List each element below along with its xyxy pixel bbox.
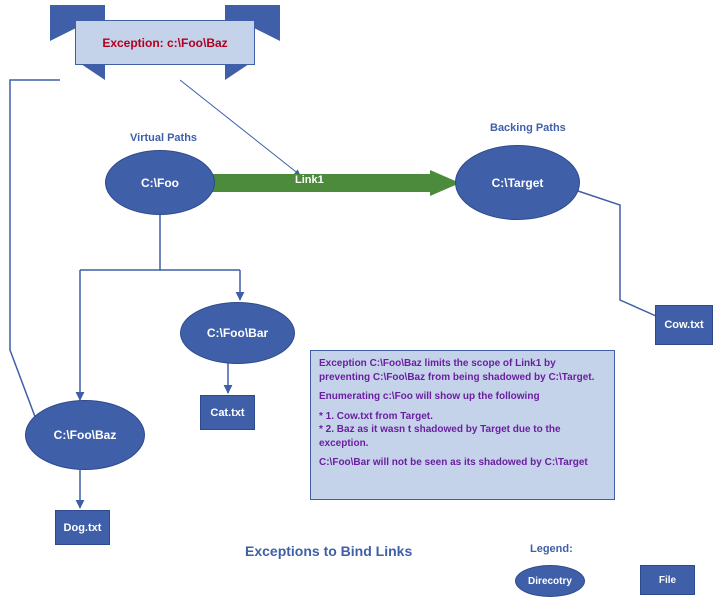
diagram-title: Exceptions to Bind Links bbox=[245, 543, 412, 559]
file-cat-text: Cat.txt bbox=[210, 407, 244, 419]
virtual-paths-label: Virtual Paths bbox=[130, 132, 197, 144]
legend-directory: Direcotry bbox=[515, 565, 585, 597]
node-foo-text: C:\Foo bbox=[141, 176, 179, 190]
legend-file-text: File bbox=[659, 575, 676, 586]
explanation-note: Exception C:\Foo\Baz limits the scope of… bbox=[310, 350, 615, 500]
legend-file: File bbox=[640, 565, 695, 595]
link1-label: Link1 bbox=[295, 174, 324, 186]
exception-banner: Exception: c:\Foo\Baz bbox=[50, 5, 280, 80]
file-cow: Cow.txt bbox=[655, 305, 713, 345]
note-p1: Exception C:\Foo\Baz limits the scope of… bbox=[319, 357, 606, 384]
node-foobaz: C:\Foo\Baz bbox=[25, 400, 145, 470]
note-i1: * 1. Cow.txt from Target. bbox=[319, 410, 606, 424]
node-foobar-text: C:\Foo\Bar bbox=[207, 326, 268, 340]
note-p3: C:\Foo\Bar will not be seen as its shado… bbox=[319, 456, 606, 470]
diagram-canvas: Exception: c:\Foo\Baz Virtual Paths Back… bbox=[0, 0, 720, 608]
node-target: C:\Target bbox=[455, 145, 580, 220]
file-dog-text: Dog.txt bbox=[64, 522, 102, 534]
legend-directory-text: Direcotry bbox=[528, 576, 572, 587]
exception-banner-text: Exception: c:\Foo\Baz bbox=[75, 20, 255, 65]
note-i2: * 2. Baz as it wasn t shadowed by Target… bbox=[319, 423, 606, 437]
file-dog: Dog.txt bbox=[55, 510, 110, 545]
file-cat: Cat.txt bbox=[200, 395, 255, 430]
node-foo: C:\Foo bbox=[105, 150, 215, 215]
file-cow-text: Cow.txt bbox=[664, 319, 703, 331]
note-i2b: exception. bbox=[319, 437, 606, 451]
node-foobar: C:\Foo\Bar bbox=[180, 302, 295, 364]
backing-paths-label: Backing Paths bbox=[490, 122, 566, 134]
node-foobaz-text: C:\Foo\Baz bbox=[54, 428, 117, 442]
node-target-text: C:\Target bbox=[492, 176, 544, 190]
legend-title: Legend: bbox=[530, 543, 573, 555]
note-p2: Enumerating c:\Foo will show up the foll… bbox=[319, 390, 606, 404]
